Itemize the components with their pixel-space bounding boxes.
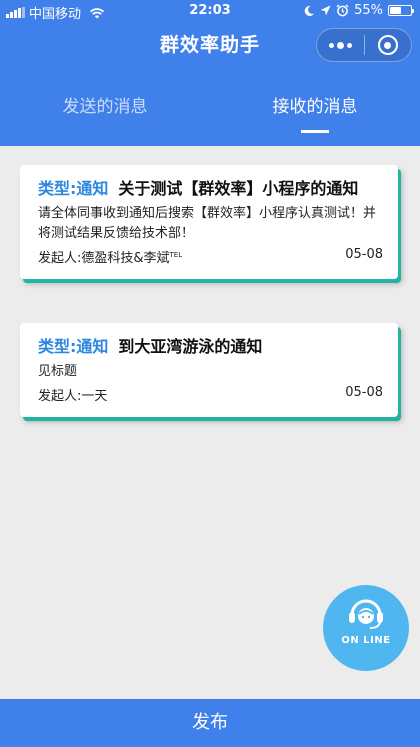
more-dots-icon <box>328 41 352 49</box>
active-tab-indicator <box>301 130 329 133</box>
more-button[interactable] <box>317 29 364 61</box>
message-card[interactable]: 类型:通知 关于测试【群效率】小程序的通知 请全体同事收到通知后搜索【群效率】小程… <box>20 165 398 279</box>
message-heading: 类型:通知 关于测试【群效率】小程序的通知 <box>38 176 383 201</box>
sender-superscript: TEL <box>169 251 183 259</box>
moon-icon <box>304 5 315 16</box>
message-footer: 发起人:一天 05-08 <box>38 383 383 407</box>
message-heading: 类型:通知 到大亚湾游泳的通知 <box>38 334 383 359</box>
message-title: 到大亚湾游泳的通知 <box>118 337 263 356</box>
battery-icon <box>388 5 414 16</box>
message-title: 关于测试【群效率】小程序的通知 <box>118 179 359 198</box>
message-body: 见标题 <box>38 364 78 379</box>
tab-sent[interactable]: 发送的消息 <box>0 86 210 146</box>
message-date: 05-08 <box>345 247 383 262</box>
message-sender: 发起人:一天 <box>38 383 107 407</box>
message-card[interactable]: 类型:通知 到大亚湾游泳的通知 见标题 发起人:一天 05-08 <box>20 323 398 417</box>
message-type: 类型:通知 <box>38 337 109 356</box>
battery-percent: 55% <box>354 3 383 18</box>
tab-sent-label: 发送的消息 <box>62 97 148 117</box>
status-bar: 中国移动 22:03 55% <box>0 0 420 22</box>
header: 中国移动 22:03 55% 群效率助手 发送的消息 接收的消息 <box>0 0 420 146</box>
online-service-button[interactable]: ON LINE <box>323 585 409 671</box>
message-body: 请全体同事收到通知后搜索【群效率】小程序认真测试！并将测试结果反馈给技术部！ <box>38 206 377 241</box>
publish-button[interactable]: 发布 <box>0 699 420 747</box>
tab-received-label: 接收的消息 <box>272 97 358 117</box>
tab-received[interactable]: 接收的消息 <box>210 86 420 146</box>
close-button[interactable] <box>365 29 412 61</box>
target-circle-icon <box>377 35 398 55</box>
online-label: ON LINE <box>341 635 391 646</box>
sender-name: 发起人:一天 <box>38 389 108 404</box>
publish-label: 发布 <box>192 712 228 733</box>
miniprogram-capsule <box>316 28 412 62</box>
message-date: 05-08 <box>345 385 383 400</box>
message-footer: 发起人:德盈科技&李斌TEL 05-08 <box>38 245 383 269</box>
sender-name: 发起人:德盈科技&李斌 <box>38 251 170 266</box>
tab-bar: 发送的消息 接收的消息 <box>0 86 420 146</box>
message-sender: 发起人:德盈科技&李斌TEL <box>38 245 182 269</box>
alarm-icon <box>336 4 349 17</box>
message-type: 类型:通知 <box>38 179 109 198</box>
location-arrow-icon <box>320 5 331 16</box>
headset-agent-icon <box>349 599 383 629</box>
